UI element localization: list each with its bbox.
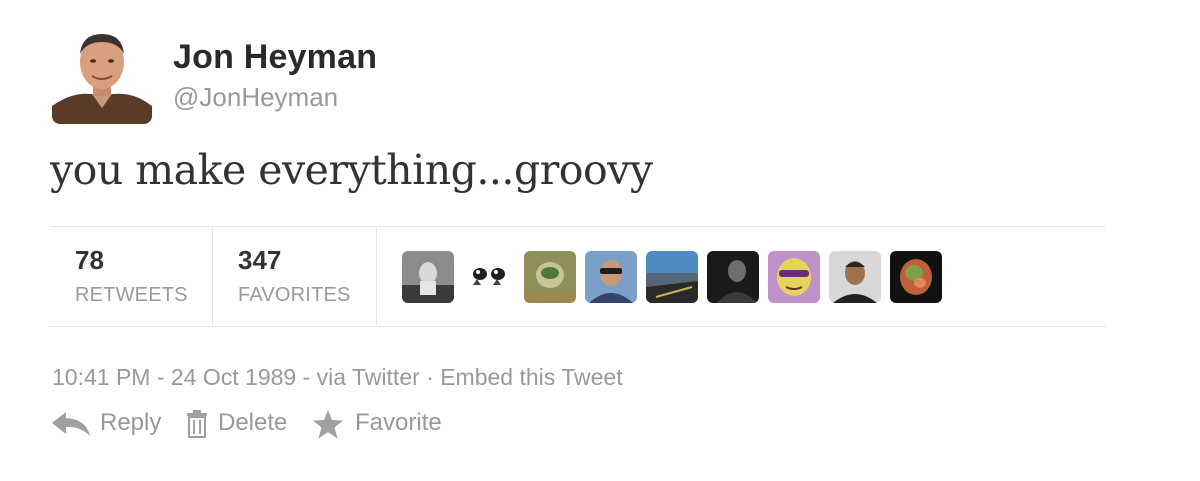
tweet-timestamp[interactable]: 10:41 PM - 24 Oct 1989 xyxy=(52,364,296,390)
favoriter-avatar[interactable] xyxy=(890,251,942,303)
trash-icon xyxy=(187,410,207,438)
favoriter-avatar[interactable] xyxy=(768,251,820,303)
avatar-image xyxy=(52,24,152,124)
favoriter-avatar[interactable] xyxy=(585,251,637,303)
favorite-label: Favorite xyxy=(355,409,442,436)
retweets-stat[interactable]: 78 RETWEETS xyxy=(50,227,213,326)
favoriter-avatar-image xyxy=(524,251,576,303)
meta-dot: · xyxy=(419,364,441,390)
favorite-button[interactable]: Favorite xyxy=(311,406,451,442)
favoriter-avatar[interactable] xyxy=(463,251,515,303)
favoriter-avatar-image xyxy=(402,251,454,303)
tweet-source[interactable]: via Twitter xyxy=(317,364,420,390)
favoriter-avatar-image xyxy=(829,251,881,303)
favoriter-avatar[interactable] xyxy=(707,251,759,303)
favoriter-avatar[interactable] xyxy=(402,251,454,303)
tweet-card: Jon Heyman @JonHeyman you make everythin… xyxy=(0,0,1200,481)
retweets-label: RETWEETS xyxy=(75,284,188,306)
favoriter-avatar[interactable] xyxy=(524,251,576,303)
reply-arrow-icon xyxy=(52,412,90,436)
favoriter-avatar-image xyxy=(585,251,637,303)
favoriter-avatar[interactable] xyxy=(829,251,881,303)
tweet-meta: 10:41 PM - 24 Oct 1989 - via Twitter · E… xyxy=(52,364,623,391)
profile-avatar[interactable] xyxy=(52,24,152,124)
favoriter-avatar-image xyxy=(768,251,820,303)
favorites-count: 347 xyxy=(238,245,282,275)
meta-separator: - xyxy=(296,364,317,390)
favoriter-avatar-image xyxy=(463,251,515,303)
favorites-label: FAVORITES xyxy=(238,284,351,306)
favoriter-avatar[interactable] xyxy=(646,251,698,303)
retweets-count: 78 xyxy=(75,245,104,275)
tweet-text: you make everything...groovy xyxy=(50,146,653,194)
delete-label: Delete xyxy=(218,409,288,436)
tweet-stats: 78 RETWEETS 347 FAVORITES xyxy=(50,226,1106,327)
favoriter-avatar-image xyxy=(890,251,942,303)
embed-tweet-link[interactable]: Embed this Tweet xyxy=(440,364,622,390)
favoriter-avatar-image xyxy=(707,251,759,303)
favorites-stat[interactable]: 347 FAVORITES xyxy=(212,227,377,326)
user-handle[interactable]: @JonHeyman xyxy=(173,82,338,113)
delete-button[interactable]: Delete xyxy=(186,406,296,442)
reply-label: Reply xyxy=(100,409,162,436)
favoriter-avatar-image xyxy=(646,251,698,303)
reply-button[interactable]: Reply xyxy=(52,406,167,442)
user-fullname[interactable]: Jon Heyman xyxy=(173,38,377,77)
star-icon xyxy=(313,410,343,439)
